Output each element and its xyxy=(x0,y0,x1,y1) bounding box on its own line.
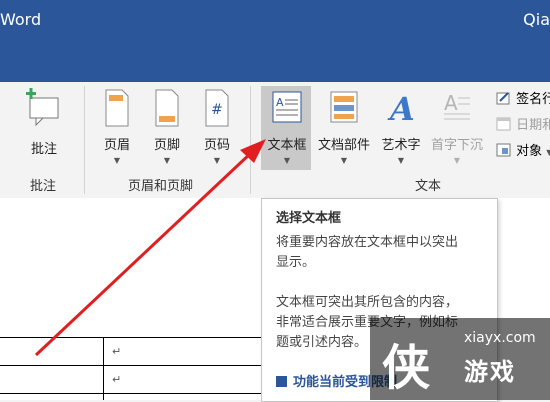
watermark-name: 游戏 xyxy=(464,358,516,386)
watermark: 侠 xiayx.com 游戏 xyxy=(370,318,550,400)
watermark-logo: 侠 xyxy=(382,340,431,396)
watermark-site: xiayx.com xyxy=(464,330,536,346)
